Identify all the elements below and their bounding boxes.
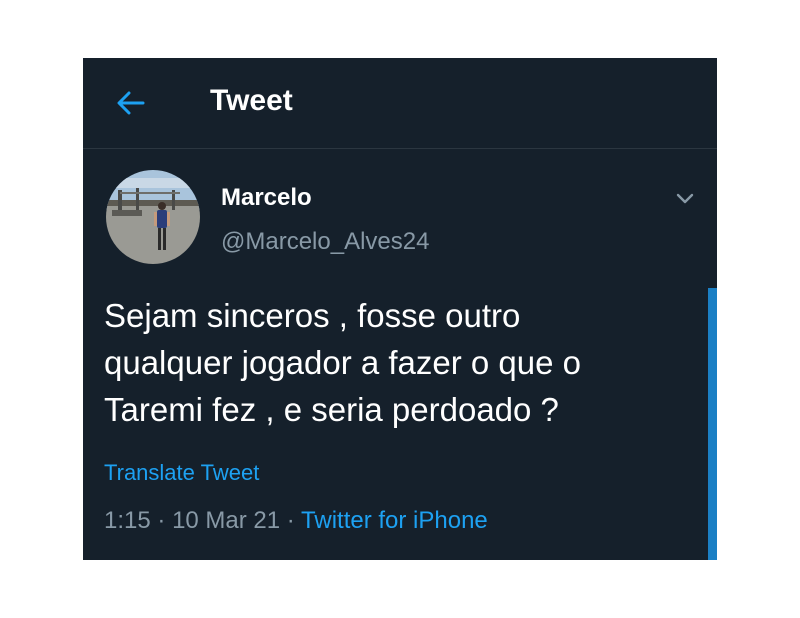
chevron-down-icon <box>676 193 694 204</box>
profile-photo <box>106 170 200 264</box>
translate-tweet-link[interactable]: Translate Tweet <box>104 459 259 487</box>
tweet-text: Sejam sinceros , fosse outro qualquer jo… <box>104 292 694 433</box>
tweet-date: 10 Mar 21 <box>172 507 281 534</box>
author-name[interactable]: Marcelo <box>221 183 312 213</box>
top-bar: Tweet <box>83 58 717 149</box>
tweet-metadata: 1:15 · 10 Mar 21 · Twitter for iPhone <box>104 506 488 536</box>
back-button[interactable] <box>113 85 149 121</box>
meta-separator: · <box>157 507 166 534</box>
tweet-screen: Tweet Marcelo @Marcelo_Alves24 Sejam sin… <box>83 58 717 560</box>
tweet-menu-button[interactable] <box>673 186 697 210</box>
avatar[interactable] <box>106 170 200 264</box>
tweet-time: 1:15 <box>104 507 151 534</box>
tweet-source-link[interactable]: Twitter for iPhone <box>301 507 488 534</box>
author-handle[interactable]: @Marcelo_Alves24 <box>221 227 429 257</box>
tweet-text-line: qualquer jogador a fazer o que o <box>104 344 582 381</box>
arrow-left-icon <box>117 91 145 115</box>
tweet-text-line: Taremi fez , e seria perdoado ? <box>104 391 559 428</box>
meta-separator: · <box>286 507 295 534</box>
tweet-text-line: Sejam sinceros , fosse outro <box>104 297 521 334</box>
page-title: Tweet <box>210 84 293 117</box>
scrollbar[interactable] <box>708 288 717 560</box>
